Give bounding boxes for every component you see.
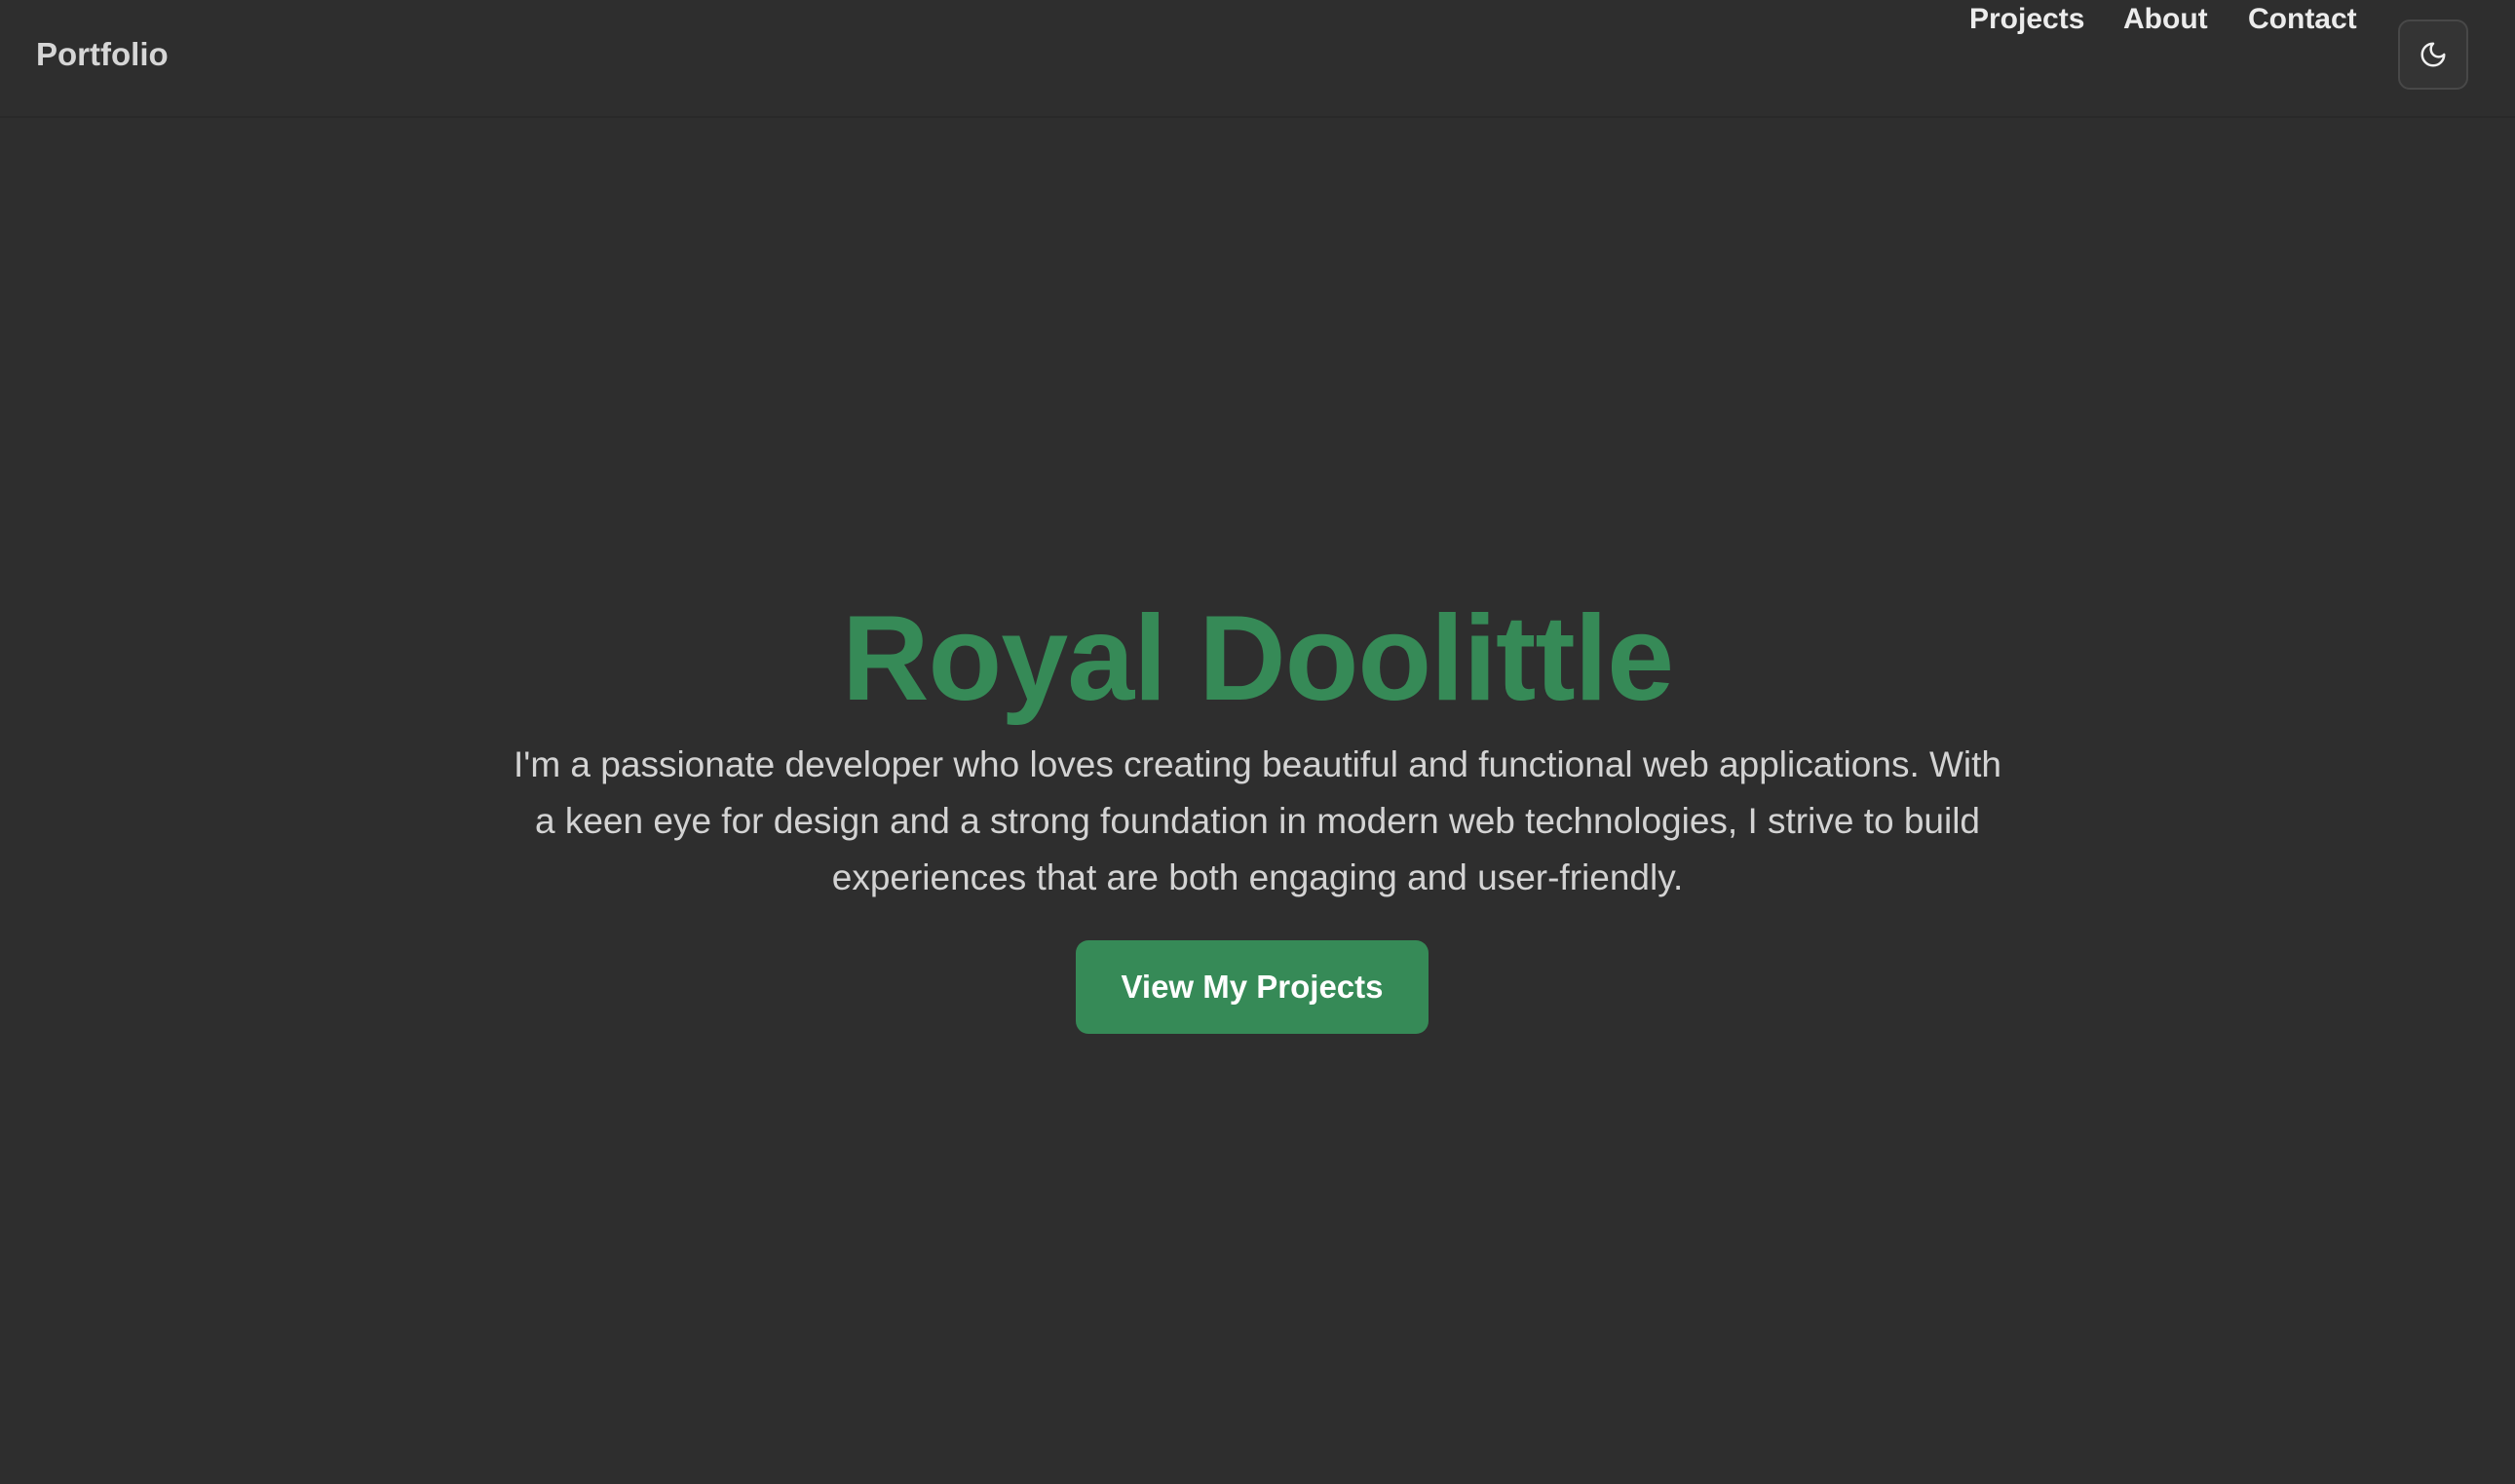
theme-toggle-button[interactable] — [2398, 19, 2468, 90]
navbar: Portfolio Projects About Contact — [0, 0, 2515, 118]
moon-icon — [2419, 40, 2448, 69]
hero-title: Royal Doolittle — [841, 591, 1674, 726]
brand-logo-link[interactable]: Portfolio — [36, 35, 169, 74]
nav-link-contact[interactable]: Contact — [2248, 0, 2357, 39]
hero-section: Royal Doolittle I'm a passionate develop… — [0, 118, 2515, 1484]
hero-description: I'm a passionate developer who loves cre… — [513, 744, 2002, 897]
nav-link-projects[interactable]: Projects — [1969, 0, 2084, 39]
nav-link-about[interactable]: About — [2123, 0, 2208, 39]
view-projects-button[interactable]: View My Projects — [1076, 940, 1429, 1034]
